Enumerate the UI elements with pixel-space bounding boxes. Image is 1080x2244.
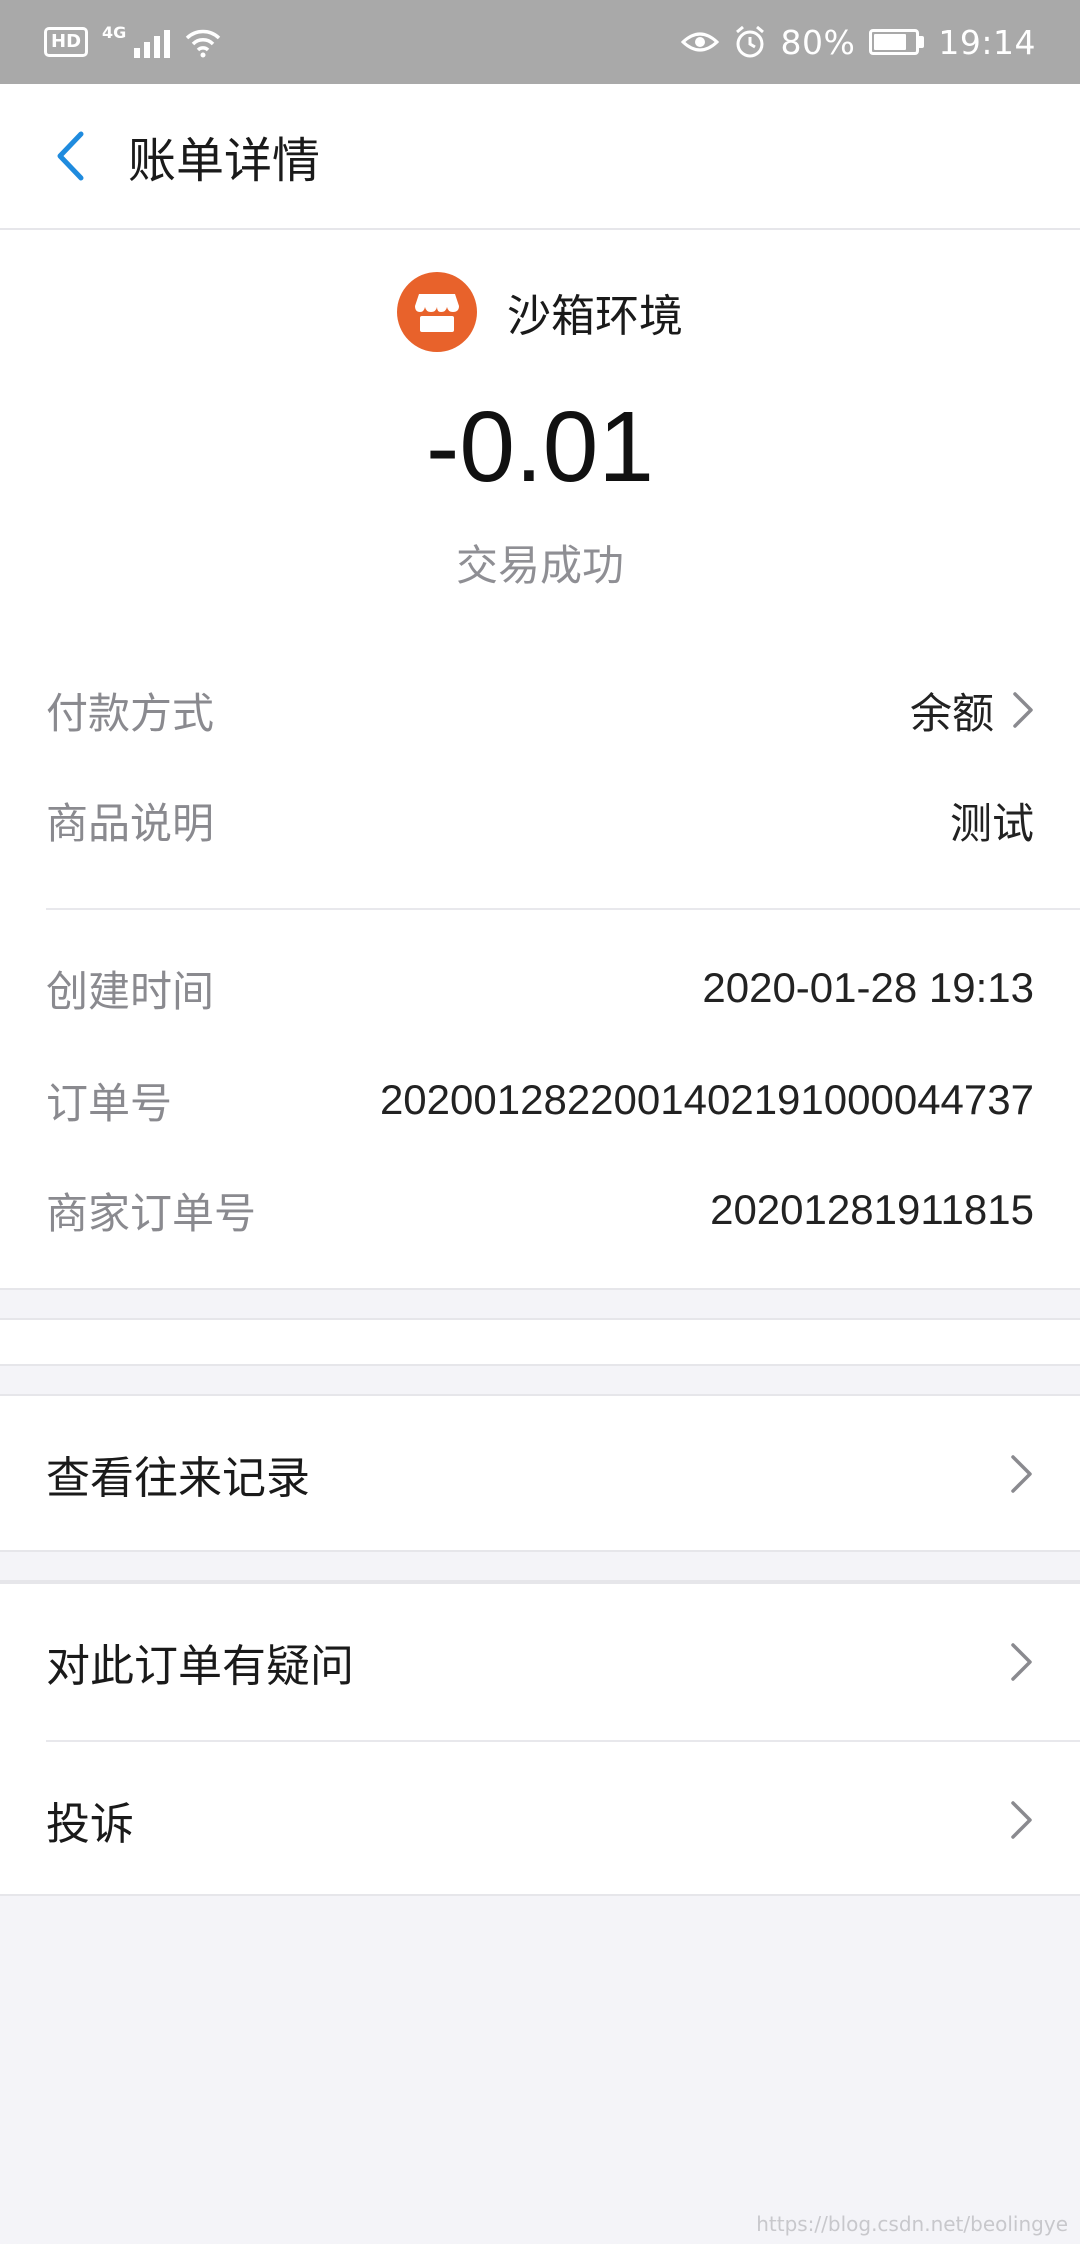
eye-icon xyxy=(680,32,719,52)
merchant-order-no-row: 商家订单号 20201281911815 xyxy=(46,1170,1034,1250)
menu-group-support: 对此订单有疑问 投诉 xyxy=(0,1582,1080,1896)
status-bar: HD 4G 80% 19:14 xyxy=(0,0,1080,84)
clock: 19:14 xyxy=(938,22,1036,62)
payment-method-row[interactable]: 付款方式 余额 xyxy=(46,670,1034,750)
order-no-label: 订单号 xyxy=(46,1078,173,1128)
detail-divider xyxy=(46,908,1080,910)
view-history-label: 查看往来记录 xyxy=(46,1453,310,1504)
shop-icon xyxy=(397,272,477,352)
payment-method-label: 付款方式 xyxy=(46,688,215,738)
order-question-label: 对此订单有疑问 xyxy=(46,1641,354,1692)
nav-bar: 账单详情 xyxy=(0,84,1080,230)
bill-detail-card: 沙箱环境 -0.01 交易成功 付款方式 余额 商品说明 测试 创建时间 202… xyxy=(0,230,1080,1288)
section-gap xyxy=(0,1288,1080,1320)
merchant-name: 沙箱环境 xyxy=(507,291,683,342)
section-gap xyxy=(0,1364,1080,1396)
wifi-icon xyxy=(186,29,221,58)
chevron-right-icon xyxy=(1011,1455,1032,1493)
product-desc-row: 商品说明 测试 xyxy=(46,780,1034,860)
created-time-value: 2020-01-28 19:13 xyxy=(702,964,1034,1011)
battery-percent: 80% xyxy=(780,22,856,62)
battery-icon xyxy=(869,29,925,55)
blank-strip xyxy=(0,1320,1080,1364)
transaction-status: 交易成功 xyxy=(455,541,624,590)
network-type-label: 4G xyxy=(102,22,127,42)
status-right: 80% 19:14 xyxy=(680,22,1036,62)
watermark: https://blog.csdn.net/beolingye xyxy=(756,2212,1068,2236)
complaint-label: 投诉 xyxy=(46,1799,134,1850)
payment-method-text: 余额 xyxy=(909,689,994,737)
payment-method-value: 余额 xyxy=(910,680,1034,741)
merchant-order-no-label: 商家订单号 xyxy=(46,1188,257,1238)
order-question-button[interactable]: 对此订单有疑问 xyxy=(0,1584,1080,1740)
created-time-row: 创建时间 2020-01-28 19:13 xyxy=(46,948,1034,1028)
chevron-right-icon xyxy=(1013,692,1033,728)
menu-group-history: 查看往来记录 xyxy=(0,1396,1080,1552)
page-title: 账单详情 xyxy=(128,133,321,189)
chevron-right-icon xyxy=(1011,1643,1032,1681)
back-button[interactable] xyxy=(40,116,100,196)
product-desc-value: 测试 xyxy=(949,799,1034,847)
chevron-right-icon xyxy=(1011,1801,1032,1839)
order-no-value: 2020012822001402191000044737 xyxy=(379,1076,1034,1123)
section-gap xyxy=(0,1552,1080,1582)
created-time-label: 创建时间 xyxy=(46,966,215,1016)
transaction-amount: -0.01 xyxy=(426,391,654,503)
alarm-icon xyxy=(735,25,764,58)
status-left: HD 4G xyxy=(44,22,222,58)
complaint-button[interactable]: 投诉 xyxy=(0,1742,1080,1898)
signal-icon xyxy=(134,26,171,58)
merchant-order-no-value: 20201281911815 xyxy=(710,1186,1034,1233)
order-no-row: 订单号 2020012822001402191000044737 xyxy=(46,1060,1034,1140)
view-history-button[interactable]: 查看往来记录 xyxy=(0,1396,1080,1552)
hd-icon: HD xyxy=(44,27,89,57)
product-desc-label: 商品说明 xyxy=(46,798,215,848)
chevron-left-icon xyxy=(57,131,84,181)
merchant-header: 沙箱环境 xyxy=(0,272,1080,352)
